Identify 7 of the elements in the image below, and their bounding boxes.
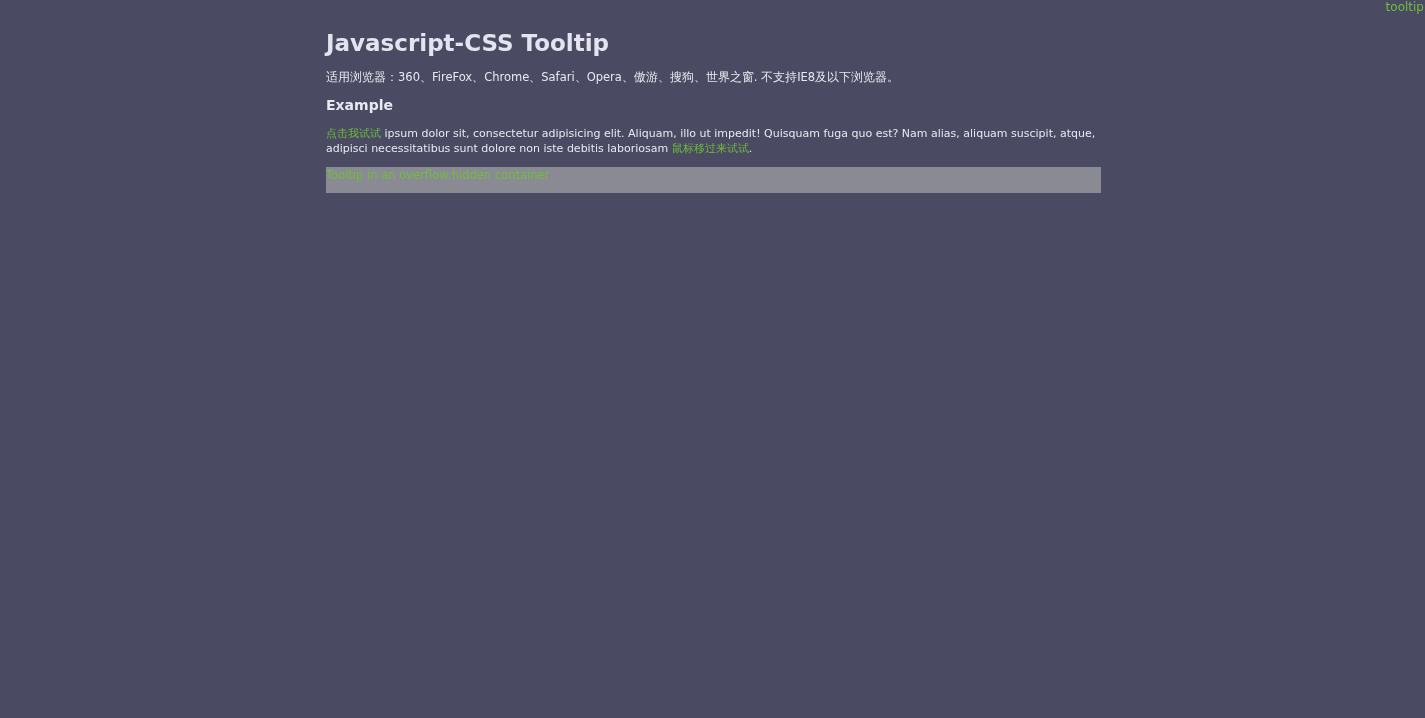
tooltip-link[interactable]: 点击我试试	[326, 127, 381, 140]
section-heading: Example	[326, 97, 394, 113]
tooltip-link[interactable]: tooltip	[1385, 0, 1424, 14]
browser-note: 适用浏览器：360、FireFox、Chrome、Safari、Opera、傲游、搜狗、世界之窗. 不支持IE8及以下浏览器。	[326, 70, 901, 85]
tooltip-link[interactable]: 鼠标移过来试试	[671, 142, 749, 155]
page-title: Javascript-CSS Tooltip	[326, 30, 611, 56]
example-paragraph: 点击我试试 ipsum dolor sit, consectetur adipisicing elit. Aliquam, illo ut impedit! Quisquam fuga quo est? Nam alias, aliquam suscipit, atque, adipisci necessitatibus sunt dolore non iste debitis laboriosam 鼠标移过来试试.	[326, 126, 1097, 156]
